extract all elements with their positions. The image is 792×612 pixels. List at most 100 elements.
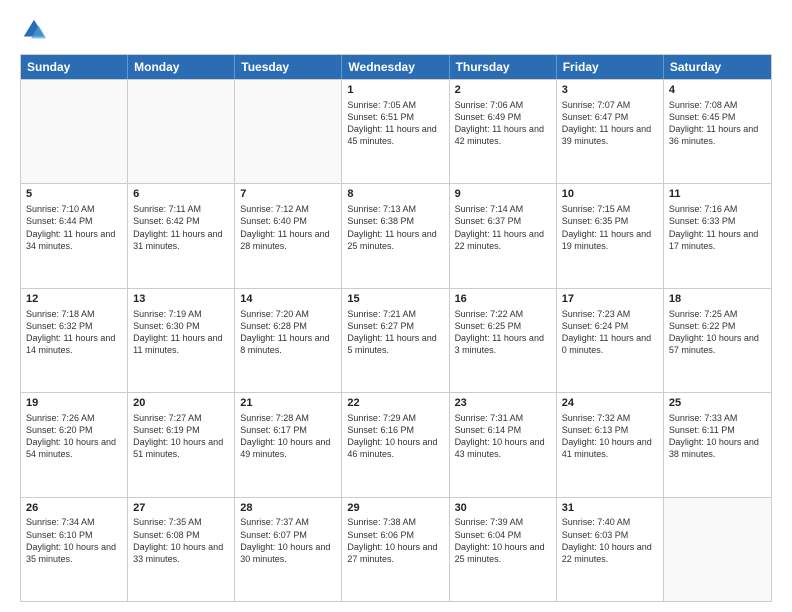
day-number: 20 (133, 396, 229, 411)
day-cell-31: 31Sunrise: 7:40 AM Sunset: 6:03 PM Dayli… (557, 498, 664, 601)
day-info: Sunrise: 7:35 AM Sunset: 6:08 PM Dayligh… (133, 516, 229, 565)
day-number: 1 (347, 83, 443, 98)
day-number: 2 (455, 83, 551, 98)
week-row-0: 1Sunrise: 7:05 AM Sunset: 6:51 PM Daylig… (21, 79, 771, 183)
day-number: 10 (562, 187, 658, 202)
calendar-header: SundayMondayTuesdayWednesdayThursdayFrid… (21, 55, 771, 79)
day-number: 8 (347, 187, 443, 202)
day-info: Sunrise: 7:29 AM Sunset: 6:16 PM Dayligh… (347, 412, 443, 461)
day-cell-8: 8Sunrise: 7:13 AM Sunset: 6:38 PM Daylig… (342, 184, 449, 287)
day-info: Sunrise: 7:18 AM Sunset: 6:32 PM Dayligh… (26, 308, 122, 357)
day-number: 12 (26, 292, 122, 307)
day-cell-12: 12Sunrise: 7:18 AM Sunset: 6:32 PM Dayli… (21, 289, 128, 392)
day-cell-4: 4Sunrise: 7:08 AM Sunset: 6:45 PM Daylig… (664, 80, 771, 183)
day-number: 19 (26, 396, 122, 411)
day-number: 5 (26, 187, 122, 202)
day-number: 30 (455, 501, 551, 516)
week-row-3: 19Sunrise: 7:26 AM Sunset: 6:20 PM Dayli… (21, 392, 771, 496)
day-info: Sunrise: 7:39 AM Sunset: 6:04 PM Dayligh… (455, 516, 551, 565)
day-info: Sunrise: 7:14 AM Sunset: 6:37 PM Dayligh… (455, 203, 551, 252)
day-info: Sunrise: 7:12 AM Sunset: 6:40 PM Dayligh… (240, 203, 336, 252)
week-row-2: 12Sunrise: 7:18 AM Sunset: 6:32 PM Dayli… (21, 288, 771, 392)
day-info: Sunrise: 7:11 AM Sunset: 6:42 PM Dayligh… (133, 203, 229, 252)
day-number: 13 (133, 292, 229, 307)
day-number: 14 (240, 292, 336, 307)
day-number: 23 (455, 396, 551, 411)
day-cell-5: 5Sunrise: 7:10 AM Sunset: 6:44 PM Daylig… (21, 184, 128, 287)
day-number: 29 (347, 501, 443, 516)
day-number: 7 (240, 187, 336, 202)
day-cell-empty (664, 498, 771, 601)
day-cell-19: 19Sunrise: 7:26 AM Sunset: 6:20 PM Dayli… (21, 393, 128, 496)
day-number: 4 (669, 83, 766, 98)
day-cell-13: 13Sunrise: 7:19 AM Sunset: 6:30 PM Dayli… (128, 289, 235, 392)
day-info: Sunrise: 7:05 AM Sunset: 6:51 PM Dayligh… (347, 99, 443, 148)
day-cell-10: 10Sunrise: 7:15 AM Sunset: 6:35 PM Dayli… (557, 184, 664, 287)
day-cell-17: 17Sunrise: 7:23 AM Sunset: 6:24 PM Dayli… (557, 289, 664, 392)
day-cell-empty (235, 80, 342, 183)
day-number: 25 (669, 396, 766, 411)
day-info: Sunrise: 7:38 AM Sunset: 6:06 PM Dayligh… (347, 516, 443, 565)
day-info: Sunrise: 7:20 AM Sunset: 6:28 PM Dayligh… (240, 308, 336, 357)
day-info: Sunrise: 7:27 AM Sunset: 6:19 PM Dayligh… (133, 412, 229, 461)
day-number: 21 (240, 396, 336, 411)
day-cell-empty (21, 80, 128, 183)
day-cell-25: 25Sunrise: 7:33 AM Sunset: 6:11 PM Dayli… (664, 393, 771, 496)
day-number: 31 (562, 501, 658, 516)
day-info: Sunrise: 7:10 AM Sunset: 6:44 PM Dayligh… (26, 203, 122, 252)
day-number: 17 (562, 292, 658, 307)
day-cell-7: 7Sunrise: 7:12 AM Sunset: 6:40 PM Daylig… (235, 184, 342, 287)
day-cell-empty (128, 80, 235, 183)
day-info: Sunrise: 7:15 AM Sunset: 6:35 PM Dayligh… (562, 203, 658, 252)
day-number: 16 (455, 292, 551, 307)
day-cell-2: 2Sunrise: 7:06 AM Sunset: 6:49 PM Daylig… (450, 80, 557, 183)
day-cell-30: 30Sunrise: 7:39 AM Sunset: 6:04 PM Dayli… (450, 498, 557, 601)
day-number: 26 (26, 501, 122, 516)
header-day-thursday: Thursday (450, 55, 557, 79)
header-day-tuesday: Tuesday (235, 55, 342, 79)
day-info: Sunrise: 7:33 AM Sunset: 6:11 PM Dayligh… (669, 412, 766, 461)
day-cell-21: 21Sunrise: 7:28 AM Sunset: 6:17 PM Dayli… (235, 393, 342, 496)
header-day-friday: Friday (557, 55, 664, 79)
day-number: 15 (347, 292, 443, 307)
day-number: 9 (455, 187, 551, 202)
day-cell-16: 16Sunrise: 7:22 AM Sunset: 6:25 PM Dayli… (450, 289, 557, 392)
day-info: Sunrise: 7:19 AM Sunset: 6:30 PM Dayligh… (133, 308, 229, 357)
day-number: 3 (562, 83, 658, 98)
day-cell-20: 20Sunrise: 7:27 AM Sunset: 6:19 PM Dayli… (128, 393, 235, 496)
day-info: Sunrise: 7:34 AM Sunset: 6:10 PM Dayligh… (26, 516, 122, 565)
logo (20, 16, 52, 44)
day-cell-22: 22Sunrise: 7:29 AM Sunset: 6:16 PM Dayli… (342, 393, 449, 496)
day-cell-6: 6Sunrise: 7:11 AM Sunset: 6:42 PM Daylig… (128, 184, 235, 287)
calendar: SundayMondayTuesdayWednesdayThursdayFrid… (20, 54, 772, 602)
day-cell-29: 29Sunrise: 7:38 AM Sunset: 6:06 PM Dayli… (342, 498, 449, 601)
header-day-saturday: Saturday (664, 55, 771, 79)
day-info: Sunrise: 7:21 AM Sunset: 6:27 PM Dayligh… (347, 308, 443, 357)
day-info: Sunrise: 7:40 AM Sunset: 6:03 PM Dayligh… (562, 516, 658, 565)
day-cell-1: 1Sunrise: 7:05 AM Sunset: 6:51 PM Daylig… (342, 80, 449, 183)
day-cell-11: 11Sunrise: 7:16 AM Sunset: 6:33 PM Dayli… (664, 184, 771, 287)
week-row-1: 5Sunrise: 7:10 AM Sunset: 6:44 PM Daylig… (21, 183, 771, 287)
day-cell-14: 14Sunrise: 7:20 AM Sunset: 6:28 PM Dayli… (235, 289, 342, 392)
header-day-monday: Monday (128, 55, 235, 79)
day-info: Sunrise: 7:07 AM Sunset: 6:47 PM Dayligh… (562, 99, 658, 148)
day-number: 18 (669, 292, 766, 307)
page: SundayMondayTuesdayWednesdayThursdayFrid… (0, 0, 792, 612)
day-info: Sunrise: 7:32 AM Sunset: 6:13 PM Dayligh… (562, 412, 658, 461)
day-number: 27 (133, 501, 229, 516)
header-day-wednesday: Wednesday (342, 55, 449, 79)
day-info: Sunrise: 7:28 AM Sunset: 6:17 PM Dayligh… (240, 412, 336, 461)
day-info: Sunrise: 7:13 AM Sunset: 6:38 PM Dayligh… (347, 203, 443, 252)
day-number: 6 (133, 187, 229, 202)
header-day-sunday: Sunday (21, 55, 128, 79)
day-cell-27: 27Sunrise: 7:35 AM Sunset: 6:08 PM Dayli… (128, 498, 235, 601)
day-cell-9: 9Sunrise: 7:14 AM Sunset: 6:37 PM Daylig… (450, 184, 557, 287)
day-number: 24 (562, 396, 658, 411)
day-info: Sunrise: 7:06 AM Sunset: 6:49 PM Dayligh… (455, 99, 551, 148)
day-cell-23: 23Sunrise: 7:31 AM Sunset: 6:14 PM Dayli… (450, 393, 557, 496)
calendar-body: 1Sunrise: 7:05 AM Sunset: 6:51 PM Daylig… (21, 79, 771, 601)
day-number: 22 (347, 396, 443, 411)
day-cell-28: 28Sunrise: 7:37 AM Sunset: 6:07 PM Dayli… (235, 498, 342, 601)
day-info: Sunrise: 7:16 AM Sunset: 6:33 PM Dayligh… (669, 203, 766, 252)
day-number: 11 (669, 187, 766, 202)
